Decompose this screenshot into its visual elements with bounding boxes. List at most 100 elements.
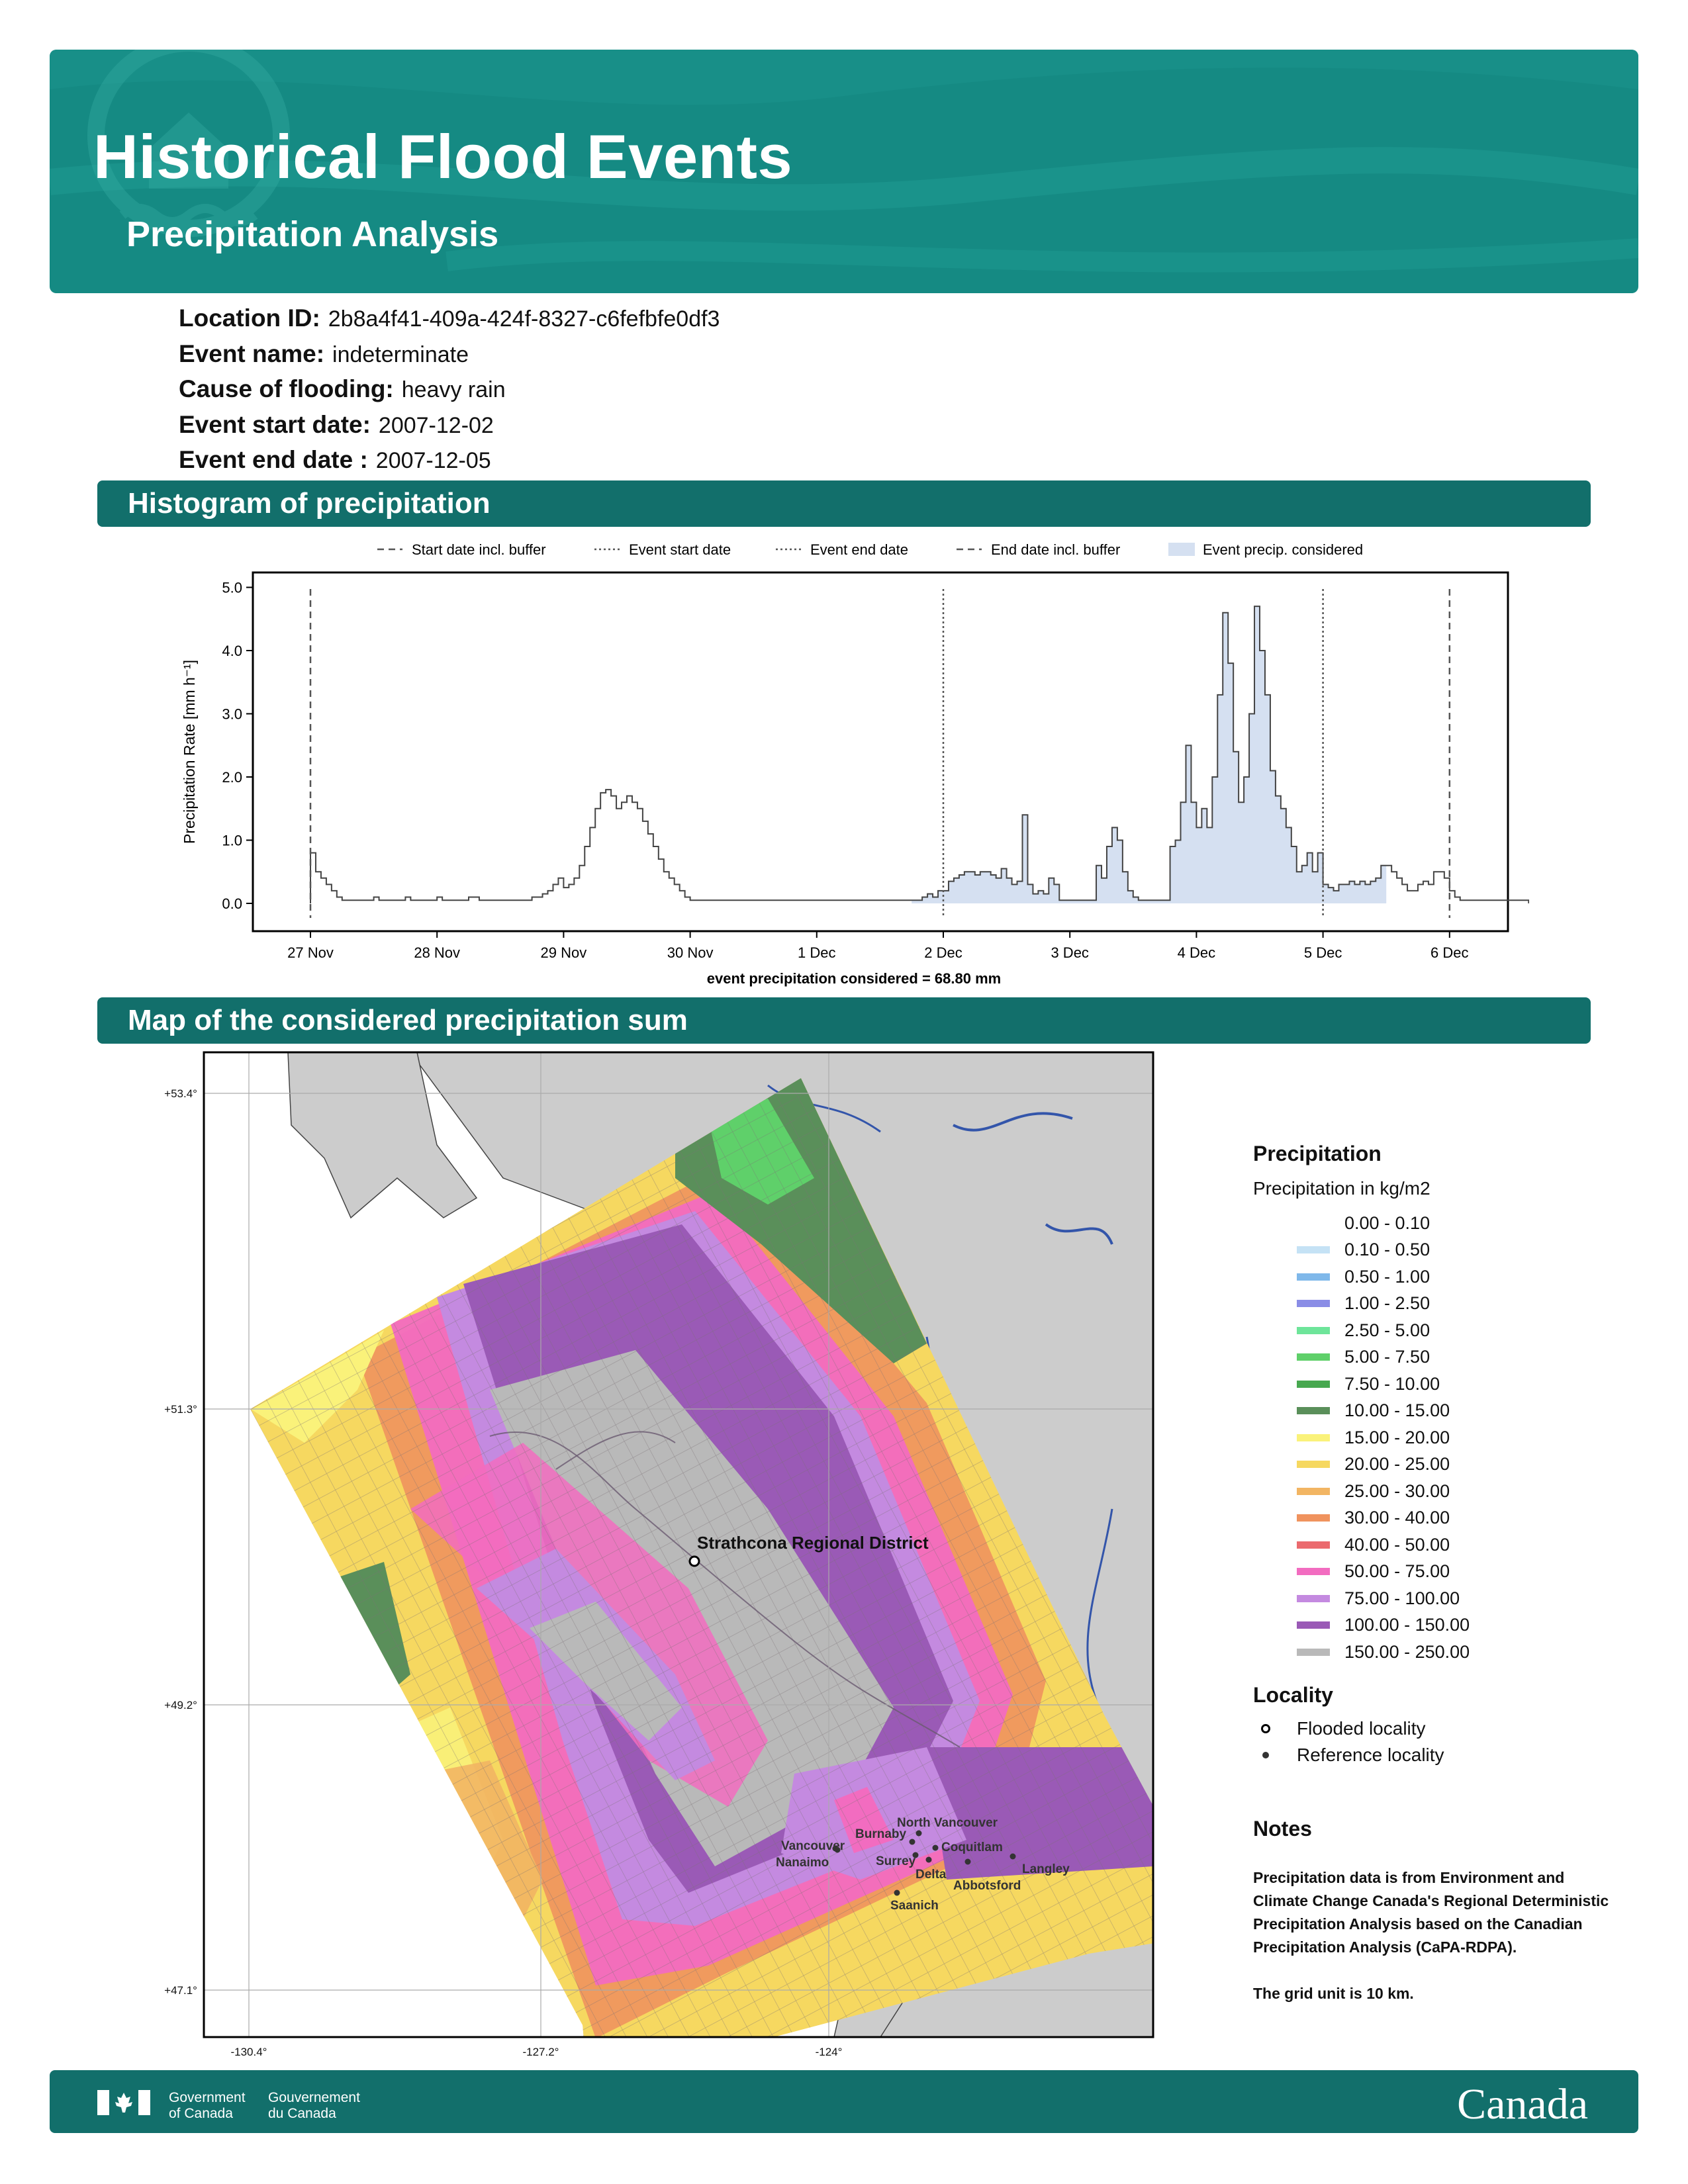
- legend-class-row: 0.50 - 1.00: [1253, 1263, 1624, 1291]
- x-tick-label: 6 Dec: [1430, 944, 1468, 961]
- y-axis-label: Precipitation Rate [mm h⁻¹]: [181, 660, 198, 844]
- y-tick-label: 1.0: [222, 833, 242, 849]
- x-tick-label: 30 Nov: [667, 944, 714, 961]
- legend-class-label: 5.00 - 7.50: [1344, 1347, 1430, 1367]
- event-name-row: Event name: indeterminate: [179, 337, 720, 373]
- histogram-legend-label: Event start date: [629, 541, 731, 558]
- reference-locality-marker: [834, 1846, 841, 1853]
- x-tick-label: 5 Dec: [1304, 944, 1342, 961]
- reference-locality-marker: [932, 1844, 939, 1851]
- precipitation-histogram: Start date incl. buffer Event start date E…: [181, 541, 1529, 987]
- legend-reference: Reference locality: [1253, 1742, 1624, 1768]
- legend-color-swatch: [1297, 1353, 1330, 1361]
- x-tick-label: 29 Nov: [541, 944, 587, 961]
- reference-locality-label: Burnaby: [855, 1827, 907, 1841]
- cause-value: heavy rain: [401, 377, 506, 402]
- legend-color-swatch: [1297, 1219, 1330, 1227]
- gov-fr-line1: Gouvernement: [268, 2090, 360, 2105]
- start-date-value: 2007-12-02: [378, 412, 494, 438]
- legend-class-label: 40.00 - 50.00: [1344, 1534, 1450, 1555]
- reference-locality-marker: [894, 1889, 900, 1896]
- legend-class-row: 100.00 - 150.00: [1253, 1612, 1624, 1639]
- histogram-legend: Start date incl. buffer Event start date E…: [377, 541, 1363, 558]
- legend-color-swatch: [1297, 1433, 1330, 1441]
- legend-class-label: 100.00 - 150.00: [1344, 1615, 1470, 1635]
- government-of-canada-en: Government of Canada: [169, 2090, 246, 2122]
- end-date-value: 2007-12-05: [375, 448, 491, 473]
- legend-class-row: 2.50 - 5.00: [1253, 1317, 1624, 1344]
- reference-locality-label: Langley: [1022, 1862, 1070, 1876]
- reference-marker-icon: [1262, 1751, 1269, 1758]
- location-id-value: 2b8a4f41-409a-424f-8327-c6fefbfe0df3: [328, 306, 720, 332]
- legend-color-swatch: [1297, 1568, 1330, 1576]
- legend-class-label: 0.00 - 0.10: [1344, 1212, 1430, 1233]
- reference-locality-label: North Vancouver: [897, 1816, 998, 1830]
- header-banner: Historical Flood Events Precipitation An…: [50, 50, 1638, 293]
- reference-locality-marker: [1009, 1853, 1016, 1860]
- lon-tick-130-4: -130.4°: [230, 2046, 267, 2058]
- x-tick-label: 2 Dec: [924, 944, 962, 961]
- legend-class-row: 25.00 - 30.00: [1253, 1478, 1624, 1505]
- legend-reference-label: Reference locality: [1297, 1744, 1444, 1765]
- legend-color-swatch: [1297, 1648, 1330, 1656]
- x-tick-label: 1 Dec: [798, 944, 835, 961]
- legend-class-label: 75.00 - 100.00: [1344, 1588, 1460, 1608]
- legend-class-label: 1.00 - 2.50: [1344, 1293, 1430, 1314]
- legend-class-label: 2.50 - 5.00: [1344, 1320, 1430, 1340]
- lon-tick-124: -124°: [816, 2046, 843, 2058]
- legend-class-label: 0.10 - 0.50: [1344, 1240, 1430, 1260]
- legend-color-swatch: [1297, 1487, 1330, 1495]
- map-body: North VancouverBurnabyVancouver Coquitlam…: [204, 1052, 1153, 2037]
- histogram-section-title: Histogram of precipitation: [128, 487, 491, 520]
- reference-locality-label: Coquitlam: [941, 1841, 1003, 1854]
- legend-class-row: 75.00 - 100.00: [1253, 1585, 1624, 1612]
- flooded-locality-marker: [688, 1555, 700, 1567]
- lat-tick-53-4: +53.4°: [164, 1087, 197, 1100]
- legend-class-row: 10.00 - 15.00: [1253, 1398, 1624, 1425]
- legend-class-label: 30.00 - 40.00: [1344, 1508, 1450, 1528]
- lat-tick-51-3: +51.3°: [164, 1403, 197, 1416]
- x-tick-label: 28 Nov: [414, 944, 460, 961]
- legend-flooded-label: Flooded locality: [1297, 1717, 1426, 1739]
- legend-class-row: 20.00 - 25.00: [1253, 1451, 1624, 1479]
- legend-class-row: 7.50 - 10.00: [1253, 1371, 1624, 1398]
- report-subtitle: Precipitation Analysis: [126, 214, 499, 254]
- y-axis-ticks: 0.0 1.0 2.0 3.0 4.0 5.0: [222, 580, 253, 912]
- notes-body: Precipitation data is from Environment a…: [1253, 1866, 1611, 2005]
- legend-class-row: 30.00 - 40.00: [1253, 1505, 1624, 1532]
- end-date-row: Event end date : 2007-12-05: [179, 443, 720, 478]
- reference-locality-label: Saanich: [890, 1899, 939, 1913]
- legend-class-label: 15.00 - 20.00: [1344, 1427, 1450, 1447]
- location-id-label: Location ID:: [179, 304, 320, 332]
- x-tick-label: 3 Dec: [1051, 944, 1088, 961]
- legend-class-row: 0.10 - 0.50: [1253, 1237, 1624, 1264]
- legend-class-label: 50.00 - 75.00: [1344, 1561, 1450, 1582]
- start-date-label: Event start date:: [179, 410, 371, 438]
- map-legend: Precipitation Precipitation in kg/m2 0.0…: [1253, 1142, 1624, 1768]
- event-name-label: Event name:: [179, 340, 325, 367]
- government-of-canada-fr: Gouvernement du Canada: [268, 2090, 360, 2122]
- locality-legend-title: Locality: [1253, 1682, 1333, 1707]
- start-date-row: Event start date: 2007-12-02: [179, 408, 720, 443]
- location-id-row: Location ID: 2b8a4f41-409a-424f-8327-c6fe…: [179, 301, 720, 337]
- legend-class-label: 25.00 - 30.00: [1344, 1480, 1450, 1501]
- x-axis-ticks: 27 Nov 28 Nov 29 Nov 30 Nov 1 Dec 2 Dec 3 Dec 4…: [287, 931, 1469, 961]
- footer-bar: Government of Canada Gouvernement du Canad…: [50, 2070, 1638, 2133]
- reference-locality-label: Surrey: [876, 1854, 916, 1868]
- legend-class-row: 1.00 - 2.50: [1253, 1291, 1624, 1318]
- reference-locality-marker: [925, 1856, 932, 1863]
- cause-row: Cause of flooding: heavy rain: [179, 372, 720, 408]
- gov-fr-line2: du Canada: [268, 2106, 336, 2121]
- lat-tick-49-2: +49.2°: [164, 1699, 197, 1711]
- report-page: Historical Flood Events Precipitation An…: [0, 0, 1688, 2184]
- legend-color-swatch: [1297, 1407, 1330, 1415]
- y-tick-label: 5.0: [222, 580, 242, 596]
- notes-source: Precipitation data is from Environment a…: [1253, 1869, 1609, 1956]
- legend-class-label: 7.50 - 10.00: [1344, 1373, 1440, 1394]
- reference-locality-label: Nanaimo: [776, 1856, 829, 1870]
- reference-locality-marker: [909, 1839, 915, 1845]
- histogram-section-header: Histogram of precipitation: [97, 480, 1591, 527]
- reference-locality-marker: [915, 1830, 922, 1837]
- gov-en-line1: Government: [169, 2090, 246, 2105]
- legend-flooded: Flooded locality: [1253, 1715, 1624, 1742]
